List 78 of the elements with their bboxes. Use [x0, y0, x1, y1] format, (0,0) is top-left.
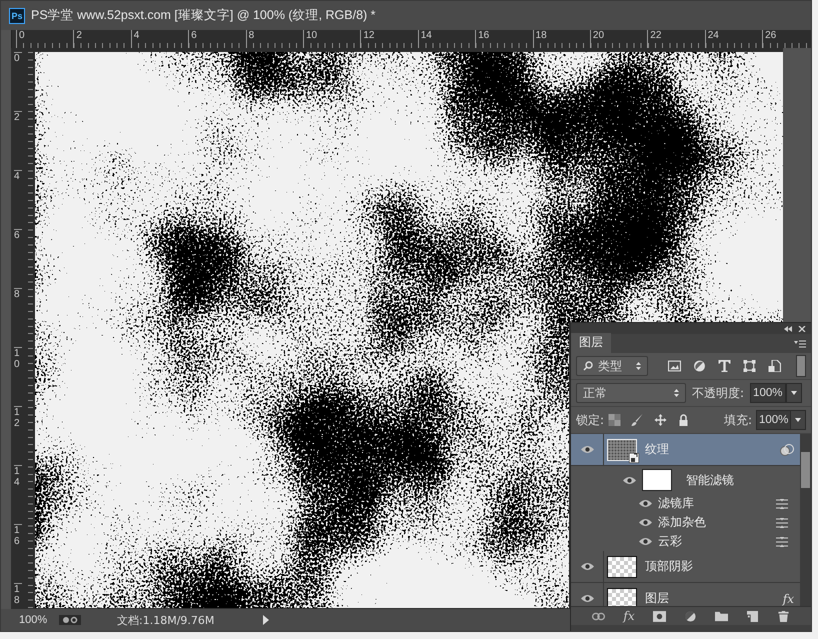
layer-name: 图层 [645, 590, 669, 606]
filter-name: 添加杂色 [658, 514, 706, 531]
ruler-label: 14 [14, 465, 22, 524]
layer-row[interactable]: 纹理 [571, 434, 800, 466]
filter-toggle[interactable] [796, 355, 806, 377]
half-circle-icon[interactable] [693, 360, 706, 372]
layer-name: 顶部阴影 [645, 558, 693, 575]
lock-label: 锁定: [576, 412, 604, 428]
ruler-label: 4 [14, 170, 22, 229]
window-title: PS学堂 www.52psxt.com [璀璨文字] @ 100% (纹理, RGB/8) * [31, 7, 376, 24]
lock-icon[interactable] [677, 414, 690, 426]
text-icon[interactable] [718, 360, 731, 372]
effects-label: fx [782, 592, 794, 606]
filter-mask-thumbnail [642, 469, 672, 491]
fill-field[interactable]: 100% [756, 410, 792, 430]
shape-icon[interactable] [743, 360, 756, 372]
ruler-label: 2 [14, 111, 22, 170]
eye-icon[interactable] [623, 476, 636, 484]
layers-tab[interactable]: 图层 [571, 333, 611, 353]
sliders-icon[interactable] [776, 498, 788, 508]
ruler-label: 16 [14, 524, 22, 583]
caret-icon [791, 391, 798, 395]
eye-icon[interactable] [580, 562, 594, 571]
filter-name: 云彩 [658, 533, 682, 550]
trash-icon[interactable] [776, 610, 790, 622]
smart-object-icon [629, 452, 639, 462]
dropdown-button[interactable] [786, 383, 802, 403]
checker-icon[interactable] [608, 414, 622, 426]
sliders-icon[interactable] [776, 518, 788, 528]
scrollbar[interactable] [800, 434, 811, 606]
opacity-label: 不透明度: [692, 384, 744, 402]
layer-name: 纹理 [645, 441, 669, 458]
new-layer-icon[interactable] [746, 610, 759, 622]
up-down-arrows-icon [674, 389, 679, 397]
filter-effects-icon [780, 444, 794, 456]
half-circle-icon[interactable] [684, 610, 697, 622]
collapse-icon[interactable] [784, 326, 792, 332]
blend-mode-dropdown[interactable]: 正常 [576, 383, 686, 403]
eye-icon[interactable] [580, 445, 594, 454]
eye-icon[interactable] [639, 499, 652, 508]
link-icon[interactable] [592, 610, 606, 622]
ruler-label: 12 [14, 406, 22, 465]
fx-button[interactable]: fx [623, 609, 635, 623]
image-icon[interactable] [668, 360, 681, 372]
caret-icon [795, 418, 801, 422]
smart-filters-row[interactable]: 智能滤镜 [571, 466, 800, 494]
document-icon[interactable] [768, 360, 781, 372]
ruler-label: 10 [14, 347, 22, 406]
filter-row[interactable]: 云彩 [571, 532, 800, 551]
mask-icon[interactable] [652, 610, 666, 622]
opacity-field[interactable]: 100% [750, 383, 786, 403]
eye-icon[interactable] [580, 594, 594, 603]
menu-icon[interactable] [794, 340, 806, 348]
app-icon: Ps [9, 8, 25, 24]
filter-dropdown[interactable]: 类型 [576, 356, 648, 376]
layer-thumbnail [607, 588, 637, 606]
move-icon[interactable] [654, 414, 668, 426]
eye-icon[interactable] [639, 537, 652, 546]
smart-filters-name: 智能滤镜 [686, 472, 734, 488]
zoom-level: 100% [19, 614, 48, 626]
ruler-label: 8 [14, 288, 22, 347]
fill-label: 填充: [724, 412, 752, 428]
layer-thumbnail [607, 556, 637, 578]
arrow-icon[interactable] [263, 615, 269, 625]
dropdown-button[interactable] [790, 410, 806, 430]
ruler-label: 0 [14, 52, 22, 111]
gears-icon[interactable] [59, 615, 81, 625]
layer-row[interactable]: 顶部阴影 [571, 551, 800, 583]
filter-name: 滤镜库 [658, 495, 694, 512]
search-icon [583, 361, 593, 371]
document-size: 文档:1.18M/9.76M [117, 612, 216, 628]
sliders-icon[interactable] [776, 536, 788, 546]
up-down-arrows-icon [636, 362, 641, 370]
filter-row[interactable]: 添加杂色 [571, 513, 800, 532]
ruler-label: 6 [14, 229, 22, 288]
close-icon[interactable] [798, 326, 806, 332]
filter-row[interactable]: 滤镜库 [571, 494, 800, 513]
eye-icon[interactable] [639, 518, 652, 527]
